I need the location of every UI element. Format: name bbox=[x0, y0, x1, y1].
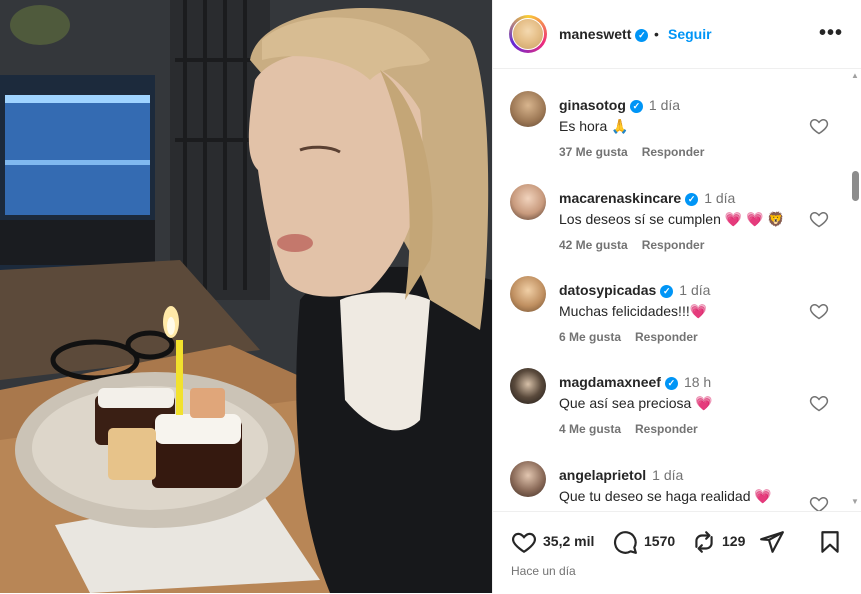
verified-icon: ✓ bbox=[660, 284, 674, 298]
post-sidebar: maneswett ✓ • Seguir ••• ginasotog ✓ 1 día … bbox=[492, 0, 861, 593]
like-comment-heart-icon[interactable] bbox=[809, 209, 829, 229]
author-username[interactable]: maneswett ✓ bbox=[559, 26, 649, 42]
photo-illustration bbox=[0, 0, 492, 593]
post-photo bbox=[0, 0, 492, 593]
post-header: maneswett ✓ • Seguir ••• bbox=[493, 0, 861, 69]
author-username-text[interactable]: maneswett bbox=[559, 26, 631, 42]
reposts-count[interactable]: 129 bbox=[722, 533, 745, 549]
comment-header: macarenaskincare ✓ 1 día bbox=[559, 190, 735, 206]
comment-item: angelaprietol 1 día Que tu deseo se haga … bbox=[493, 439, 848, 511]
comment-text: Que así sea preciosa 💗 bbox=[559, 395, 713, 411]
comment-item: macarenaskincare ✓ 1 día Los deseos sí se … bbox=[493, 162, 848, 254]
comment-username[interactable]: datosypicadas bbox=[559, 282, 656, 298]
comment-bubble-icon bbox=[614, 531, 637, 554]
verified-icon: ✓ bbox=[664, 376, 678, 390]
verified-icon: ✓ bbox=[629, 99, 643, 113]
comment-likes[interactable]: 37 Me gusta bbox=[559, 145, 628, 159]
post-actions-bar: 35,2 mil 1570 129 Hace un día bbox=[493, 511, 861, 594]
comment-time[interactable]: 1 día bbox=[652, 467, 683, 483]
avatar[interactable] bbox=[510, 91, 546, 127]
bookmark-icon bbox=[821, 531, 839, 553]
verified-icon: ✓ bbox=[685, 192, 699, 206]
comments-list: ginasotog ✓ 1 día Es hora 🙏 37 Me gusta Res… bbox=[493, 69, 848, 511]
avatar[interactable] bbox=[510, 368, 546, 404]
comment-likes[interactable]: 6 Me gusta bbox=[559, 330, 621, 344]
comment-item: magdamaxneef ✓ 18 h Que así sea preciosa 💗… bbox=[493, 346, 848, 438]
comment-time[interactable]: 18 h bbox=[684, 374, 711, 390]
comment-time[interactable]: 1 día bbox=[649, 97, 680, 113]
more-options-icon[interactable]: ••• bbox=[819, 22, 843, 45]
comment-text: Muchas felicidades!!!💗 bbox=[559, 303, 708, 319]
post-timestamp[interactable]: Hace un día bbox=[511, 564, 576, 578]
reply-button[interactable]: Responder bbox=[635, 330, 698, 344]
header-separator: • bbox=[654, 26, 659, 42]
comment-header: angelaprietol 1 día bbox=[559, 467, 683, 483]
scrollbar-thumb[interactable] bbox=[852, 171, 859, 201]
comment-header: datosypicadas ✓ 1 día bbox=[559, 282, 710, 298]
scroll-up-arrow-icon[interactable]: ▲ bbox=[851, 71, 859, 80]
author-avatar[interactable] bbox=[509, 15, 547, 53]
like-comment-heart-icon[interactable] bbox=[809, 494, 829, 511]
comment-header: magdamaxneef ✓ 18 h bbox=[559, 374, 711, 390]
comment-meta: 42 Me gusta Responder bbox=[559, 238, 704, 252]
comment-meta: 6 Me gusta Responder bbox=[559, 330, 698, 344]
comment-likes[interactable]: 4 Me gusta bbox=[559, 422, 621, 436]
comment-meta: 37 Me gusta Responder bbox=[559, 145, 704, 159]
comment-text: Que tu deseo se haga realidad 💗 bbox=[559, 488, 772, 504]
like-comment-heart-icon[interactable] bbox=[809, 393, 829, 413]
comment-likes[interactable]: 42 Me gusta bbox=[559, 238, 628, 252]
follow-button[interactable]: Seguir bbox=[668, 26, 712, 42]
comment-text: Los deseos sí se cumplen 💗 💗 🦁 bbox=[559, 211, 785, 227]
avatar[interactable] bbox=[510, 276, 546, 312]
repost-icon bbox=[695, 531, 713, 553]
verified-icon: ✓ bbox=[635, 28, 649, 42]
reply-button[interactable]: Responder bbox=[642, 238, 705, 252]
avatar[interactable] bbox=[510, 461, 546, 497]
comment-item: datosypicadas ✓ 1 día Muchas felicidades!!… bbox=[493, 254, 848, 346]
comment-meta: 4 Me gusta Responder bbox=[559, 422, 698, 436]
comment-text: Es hora 🙏 bbox=[559, 118, 629, 134]
comment-username[interactable]: macarenaskincare bbox=[559, 190, 681, 206]
like-comment-heart-icon[interactable] bbox=[809, 116, 829, 136]
comment-item: ginasotog ✓ 1 día Es hora 🙏 37 Me gusta Res… bbox=[493, 69, 848, 161]
paper-plane-icon bbox=[760, 531, 784, 553]
heart-icon bbox=[512, 532, 536, 554]
like-comment-heart-icon[interactable] bbox=[809, 301, 829, 321]
reply-button[interactable]: Responder bbox=[642, 145, 705, 159]
comments-scrollbar[interactable]: ▲ ▼ bbox=[848, 69, 861, 511]
scroll-down-arrow-icon[interactable]: ▼ bbox=[851, 497, 859, 506]
comment-header: ginasotog ✓ 1 día bbox=[559, 97, 680, 113]
comments-count[interactable]: 1570 bbox=[644, 533, 675, 549]
comment-username[interactable]: ginasotog bbox=[559, 97, 626, 113]
comment-time[interactable]: 1 día bbox=[704, 190, 735, 206]
comment-username[interactable]: magdamaxneef bbox=[559, 374, 661, 390]
comment-time[interactable]: 1 día bbox=[679, 282, 710, 298]
comment-username[interactable]: angelaprietol bbox=[559, 467, 646, 483]
avatar[interactable] bbox=[510, 184, 546, 220]
reply-button[interactable]: Responder bbox=[635, 422, 698, 436]
likes-count[interactable]: 35,2 mil bbox=[543, 533, 594, 549]
